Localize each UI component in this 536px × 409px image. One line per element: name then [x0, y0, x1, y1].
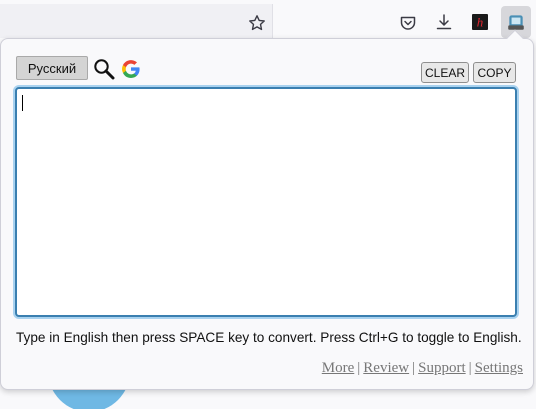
usage-hint: Type in English then press SPACE key to … — [16, 330, 522, 345]
support-link[interactable]: Support — [418, 360, 466, 376]
search-icon[interactable] — [93, 58, 115, 80]
copy-button[interactable]: COPY — [473, 62, 516, 83]
clear-button[interactable]: CLEAR — [421, 62, 469, 83]
text-caret — [22, 95, 23, 111]
link-separator: | — [357, 360, 361, 376]
google-icon[interactable] — [121, 59, 141, 79]
settings-link[interactable]: Settings — [475, 360, 523, 376]
svg-text:h: h — [477, 15, 484, 30]
language-toggle-button[interactable]: Русский — [16, 56, 88, 80]
h-extension-icon[interactable]: h — [466, 8, 494, 36]
link-separator: | — [412, 360, 416, 376]
star-icon[interactable] — [243, 9, 271, 37]
footer-links: More | Review | Support | Settings — [322, 360, 523, 377]
review-link[interactable]: Review — [363, 360, 409, 376]
link-separator: | — [468, 360, 472, 376]
download-icon[interactable] — [430, 8, 458, 36]
browser-toolbar: h — [0, 0, 536, 40]
more-link[interactable]: More — [322, 360, 355, 376]
transliteration-textarea[interactable] — [15, 87, 517, 317]
url-bar[interactable] — [0, 4, 273, 38]
pocket-icon[interactable] — [394, 9, 422, 37]
